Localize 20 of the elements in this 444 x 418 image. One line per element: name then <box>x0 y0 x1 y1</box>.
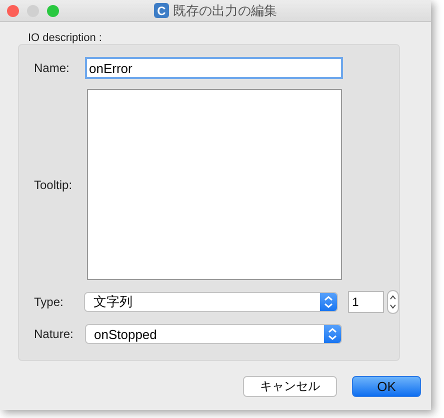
type-dropdown[interactable]: 文字列 <box>84 292 338 312</box>
group-title: IO description : <box>28 32 103 44</box>
ok-button[interactable]: OK <box>352 376 421 397</box>
window-title: 既存の出力の編集 <box>173 2 277 20</box>
tooltip-field[interactable] <box>87 89 342 280</box>
dropdown-arrows-icon <box>324 325 341 343</box>
field-label: Name: <box>33 61 70 75</box>
field-label: Nature: <box>33 327 74 341</box>
name-field[interactable]: onError <box>85 57 343 79</box>
nature-dropdown[interactable]: onStopped <box>85 324 342 344</box>
minimize-button[interactable] <box>27 4 39 16</box>
field-label: Tooltip: <box>33 178 74 192</box>
app-icon: C <box>154 3 169 18</box>
stepper-control[interactable] <box>387 290 399 314</box>
close-button[interactable] <box>7 4 19 16</box>
count-field[interactable]: 1 <box>348 291 384 313</box>
zoom-button[interactable] <box>47 4 59 16</box>
dropdown-arrows-icon <box>320 293 338 311</box>
field-label: Type: <box>33 295 64 309</box>
cancel-button[interactable]: キャンセル <box>243 376 337 397</box>
